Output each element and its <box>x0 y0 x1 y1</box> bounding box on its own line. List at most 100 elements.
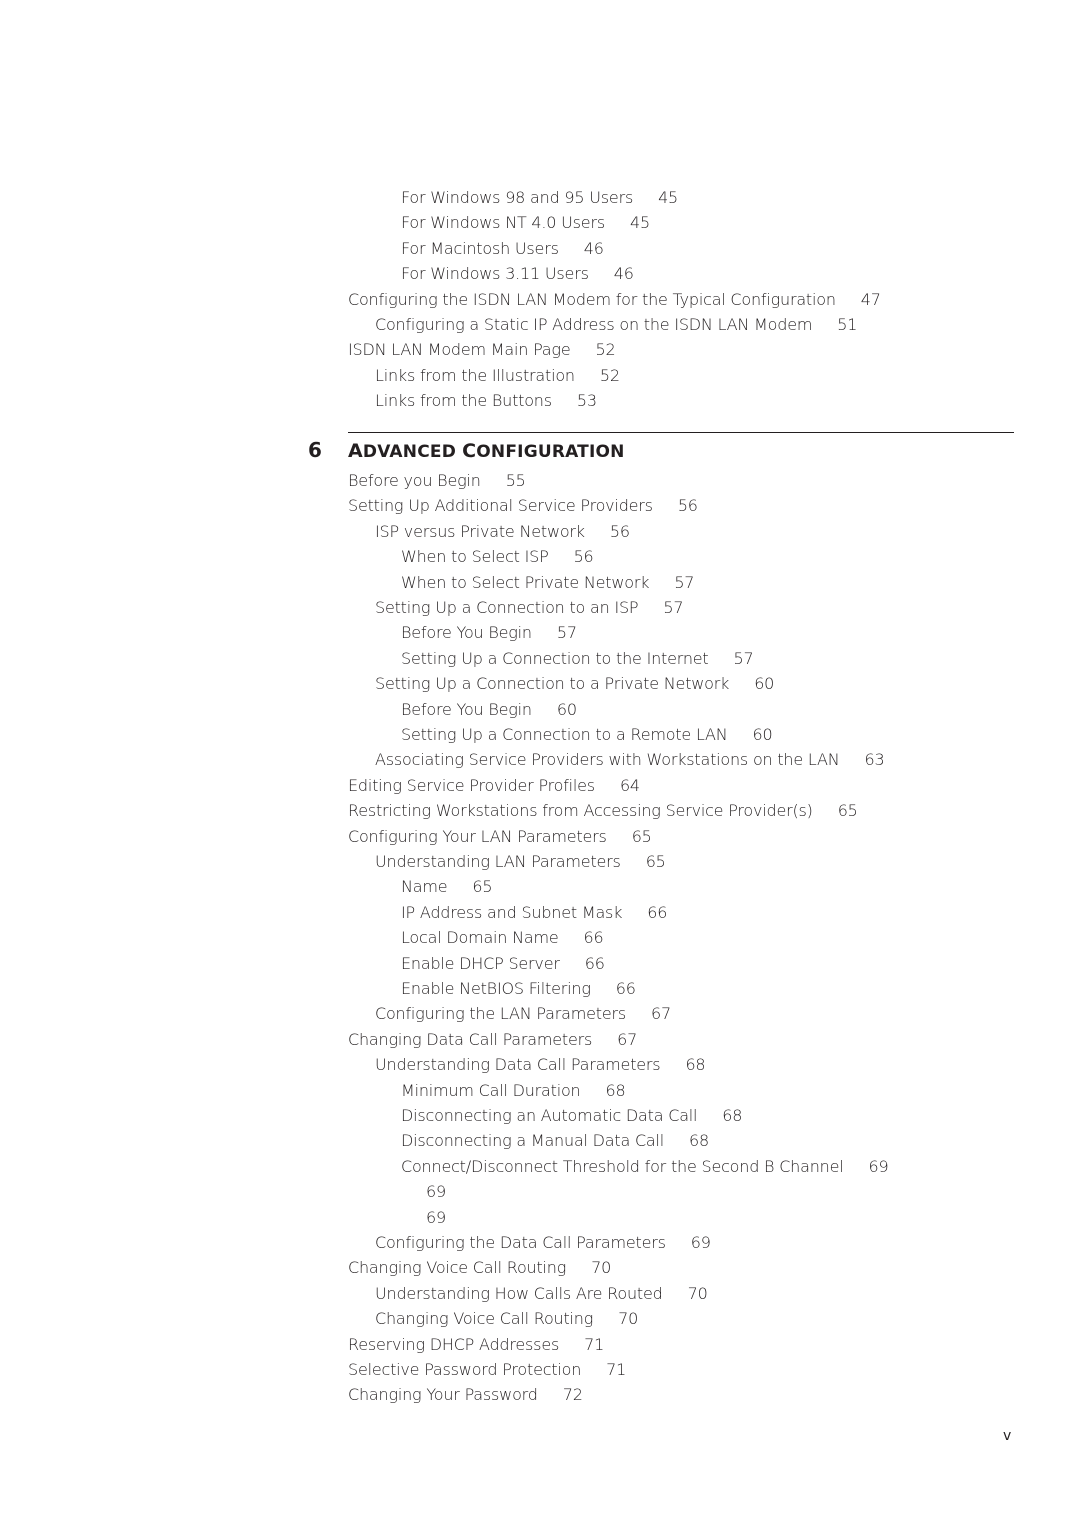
toc-entry[interactable]: Links from the Buttons 53 <box>375 391 597 411</box>
toc-entry-page: 53 <box>576 391 597 411</box>
toc-entry-page: 70 <box>687 1283 708 1303</box>
toc-entry[interactable]: Enable NetBIOS Filtering 66 <box>401 979 636 999</box>
toc-entry[interactable]: Links from the Illustration 52 <box>375 366 620 386</box>
toc-entry-title: Configuring the LAN Parameters <box>375 1004 626 1024</box>
toc-entry[interactable]: Understanding Data Call Parameters 68 <box>375 1055 706 1075</box>
toc-entry[interactable]: Configuring Your LAN Parameters 65 <box>348 827 652 847</box>
toc-entry[interactable]: Name 65 <box>401 877 493 897</box>
toc-entry[interactable]: Disconnecting an Automatic Data Call 68 <box>401 1106 742 1126</box>
toc-entry[interactable]: Setting Up a Connection to a Private Net… <box>375 674 774 694</box>
toc-entry[interactable]: IP Address and Subnet Mask 66 <box>401 903 667 923</box>
toc-entry[interactable]: ISDN LAN Modem Main Page 52 <box>348 340 616 360</box>
toc-entry-page: 57 <box>674 572 695 592</box>
toc-entry-page: 70 <box>618 1309 639 1329</box>
toc-entry[interactable]: Selective Password Protection 71 <box>348 1360 626 1380</box>
toc-entry-title: Before You Begin <box>401 623 532 643</box>
toc-entry-page: 66 <box>583 928 604 948</box>
toc-entry[interactable]: Changing Your Password 72 <box>348 1385 583 1405</box>
chapter-title-rest: ONFIGURATION <box>476 442 625 462</box>
toc-entry[interactable]: Local Domain Name 66 <box>401 928 604 948</box>
toc-entry[interactable]: Setting Up a Connection to the Internet 5… <box>401 648 754 669</box>
toc-entry-title: Disconnecting a Manual Data Call <box>401 1131 665 1151</box>
toc-entry[interactable]: Associating Service Providers with Works… <box>375 750 885 770</box>
toc-entry[interactable]: Configuring the Data Call Parameters 69 <box>375 1233 711 1253</box>
toc-entry-title: Understanding LAN Parameters <box>375 852 621 871</box>
toc-entry[interactable]: Setting Up a Connection to a Remote LAN 6… <box>401 725 773 745</box>
toc-entry-page: 68 <box>689 1131 709 1151</box>
toc-entry[interactable]: When to Select ISP 56 <box>401 547 594 567</box>
toc-entry-page: 52 <box>595 340 616 360</box>
toc-entry-title: Enable NetBIOS Filtering <box>401 979 591 998</box>
toc-entry-page: 67 <box>650 1004 671 1024</box>
toc-entry[interactable]: Setting Up Additional Service Providers 5… <box>348 496 698 516</box>
toc-entry[interactable]: Configuring a Static IP Address on the I… <box>375 315 857 335</box>
toc-entry-page: 56 <box>609 521 630 541</box>
toc-entry-page: 69 <box>868 1156 889 1176</box>
toc-entry[interactable]: Setting Up a Connection to an ISP 57 <box>375 598 684 618</box>
toc-entry-page: 69 <box>426 1182 446 1202</box>
toc-entry-title: Associating Service Providers with Works… <box>375 750 840 770</box>
toc-entry[interactable]: Minimum Call Duration 68 <box>401 1081 626 1101</box>
toc-entry-title: Understanding How Calls Are Routed <box>375 1283 663 1303</box>
toc-entry-page: 67 <box>617 1029 638 1049</box>
toc-entry-page: 69 <box>426 1207 446 1227</box>
chapter-title-cap: C <box>462 440 477 462</box>
toc-entry-title: When to Select ISP <box>401 547 549 567</box>
toc-entry-title: Changing Voice Call Routing <box>375 1309 594 1329</box>
page-number: v <box>1003 1428 1012 1444</box>
toc-entry[interactable]: For Windows NT 4.0 Users 45 <box>401 213 650 233</box>
toc-entry-title: Connect/Disconnect Threshold for the Sec… <box>401 1156 844 1176</box>
toc-entry[interactable]: 69 <box>426 1208 446 1228</box>
toc-entry-page: 69 <box>690 1233 711 1252</box>
toc-entry-page: 65 <box>631 826 652 846</box>
toc-entry-title: Name <box>401 877 448 897</box>
toc-entry[interactable]: Enable DHCP Server 66 <box>401 954 605 974</box>
toc-entry-title: Links from the Buttons <box>375 391 552 411</box>
toc-entry[interactable]: Disconnecting a Manual Data Call 68 <box>401 1131 709 1151</box>
toc-entry-title: Understanding Data Call Parameters <box>375 1055 661 1075</box>
toc-entry-title: Changing Voice Call Routing <box>348 1258 567 1278</box>
toc-entry[interactable]: When to Select Private Network 57 <box>401 573 694 593</box>
toc-entry[interactable]: ISP versus Private Network 56 <box>375 522 630 542</box>
toc-entry[interactable]: Understanding LAN Parameters 65 <box>375 852 666 872</box>
toc-entry[interactable]: Changing Data Call Parameters 67 <box>348 1030 637 1050</box>
toc-entry[interactable]: Configuring the ISDN LAN Modem for the T… <box>348 290 881 310</box>
toc-entry[interactable]: For Windows 98 and 95 Users 45 <box>401 188 678 208</box>
toc-entry-page: 72 <box>562 1385 583 1405</box>
toc-entry[interactable]: Changing Voice Call Routing 70 <box>375 1309 638 1329</box>
toc-entry-title: ISDN LAN Modem Main Page <box>348 340 571 360</box>
toc-entry-page: 57 <box>556 623 577 643</box>
toc-entry-page: 66 <box>584 953 605 973</box>
toc-entry-page: 63 <box>864 750 885 770</box>
toc-entry[interactable]: Changing Voice Call Routing 70 <box>348 1258 611 1278</box>
toc-entry-page: 45 <box>658 188 679 207</box>
toc-entry[interactable]: Before you Begin 55 <box>348 471 526 491</box>
toc-entry[interactable]: 69 <box>426 1182 446 1202</box>
toc-entry-page: 57 <box>733 648 754 668</box>
toc-entry-page: 66 <box>615 979 636 998</box>
toc-entry[interactable]: Editing Service Provider Profiles 64 <box>348 776 640 796</box>
toc-entry[interactable]: Configuring the LAN Parameters 67 <box>375 1004 671 1024</box>
toc-entry[interactable]: Before You Begin 60 <box>401 700 577 720</box>
toc-entry-page: 71 <box>584 1334 605 1354</box>
toc-entry-page: 57 <box>663 598 684 617</box>
toc-entry-page: 68 <box>685 1055 706 1075</box>
toc-entry[interactable]: For Windows 3.11 Users 46 <box>401 264 634 284</box>
toc-entry-title: For Windows NT 4.0 Users <box>401 213 605 233</box>
toc-entry[interactable]: Understanding How Calls Are Routed 70 <box>375 1284 708 1304</box>
toc-entry[interactable]: Reserving DHCP Addresses 71 <box>348 1335 604 1355</box>
toc-entry[interactable]: Before You Begin 57 <box>401 623 577 643</box>
toc-entry[interactable]: For Macintosh Users 46 <box>401 239 604 259</box>
toc-entry[interactable]: Connect/Disconnect Threshold for the Sec… <box>401 1156 889 1177</box>
toc-entry-title: Local Domain Name <box>401 928 559 948</box>
toc-entry[interactable]: Restricting Workstations from Accessing … <box>348 801 858 821</box>
toc-entry-title: Editing Service Provider Profiles <box>348 775 595 795</box>
toc-entry-title: Changing Your Password <box>348 1385 538 1405</box>
toc-entry-title: Configuring the ISDN LAN Modem for the T… <box>348 289 836 309</box>
toc-entry-title: Links from the Illustration <box>375 365 575 385</box>
toc-entry-page: 56 <box>573 547 594 567</box>
toc-entry-page: 66 <box>647 902 668 922</box>
chapter-title-cap: A <box>348 440 363 462</box>
toc-entry-title: Selective Password Protection <box>348 1360 582 1379</box>
toc-entry-page: 60 <box>754 674 775 694</box>
